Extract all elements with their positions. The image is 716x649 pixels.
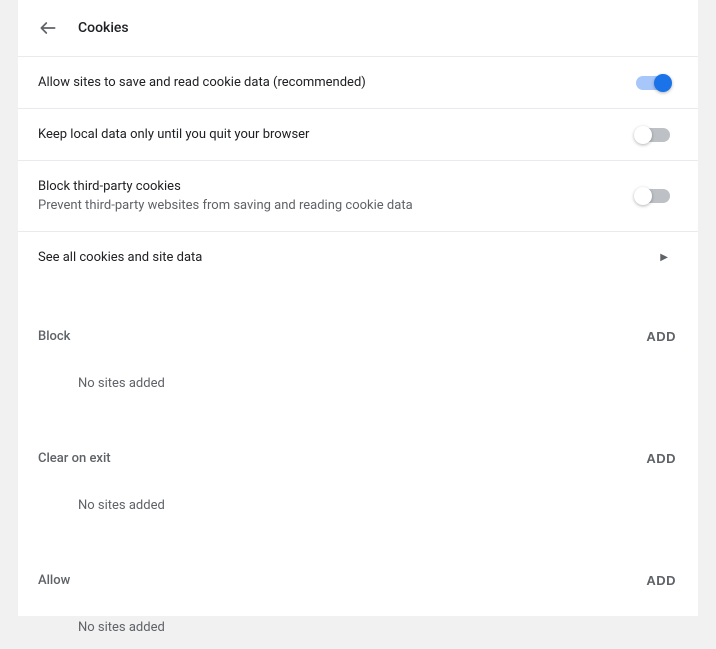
toggle-allow-save[interactable] xyxy=(636,76,670,90)
section-title: Allow xyxy=(38,573,70,588)
back-arrow-icon[interactable] xyxy=(38,18,58,38)
section-title: Block xyxy=(38,329,70,344)
setting-label: Keep local data only until you quit your… xyxy=(38,127,636,142)
toggle-knob xyxy=(654,74,672,92)
section-allow-header: Allow ADD xyxy=(18,527,698,606)
toggle-knob xyxy=(634,187,652,205)
cookies-settings-panel: Cookies Allow sites to save and read coo… xyxy=(18,0,698,616)
toggle-keep-local[interactable] xyxy=(636,128,670,142)
toggle-block-third[interactable] xyxy=(636,189,670,203)
block-empty-message: No sites added xyxy=(18,362,698,405)
setting-label: Allow sites to save and read cookie data… xyxy=(38,75,636,90)
section-clear-header: Clear on exit ADD xyxy=(18,405,698,484)
page-title: Cookies xyxy=(78,20,129,36)
section-title: Clear on exit xyxy=(38,451,111,466)
setting-label: Block third-party cookies Prevent third-… xyxy=(38,179,636,213)
section-block-header: Block ADD xyxy=(18,283,698,362)
setting-allow-save-row: Allow sites to save and read cookie data… xyxy=(18,56,698,109)
toggle-knob xyxy=(634,126,652,144)
allow-empty-message: No sites added xyxy=(18,606,698,649)
add-allow-button[interactable]: ADD xyxy=(644,567,678,594)
setting-keep-local-row: Keep local data only until you quit your… xyxy=(18,109,698,161)
chevron-right-icon: ▶ xyxy=(660,252,678,263)
see-all-cookies-link[interactable]: See all cookies and site data ▶ xyxy=(18,232,698,283)
add-block-button[interactable]: ADD xyxy=(644,323,678,350)
setting-block-third-row: Block third-party cookies Prevent third-… xyxy=(18,161,698,232)
clear-empty-message: No sites added xyxy=(18,484,698,527)
add-clear-button[interactable]: ADD xyxy=(644,445,678,472)
header: Cookies xyxy=(18,0,698,56)
